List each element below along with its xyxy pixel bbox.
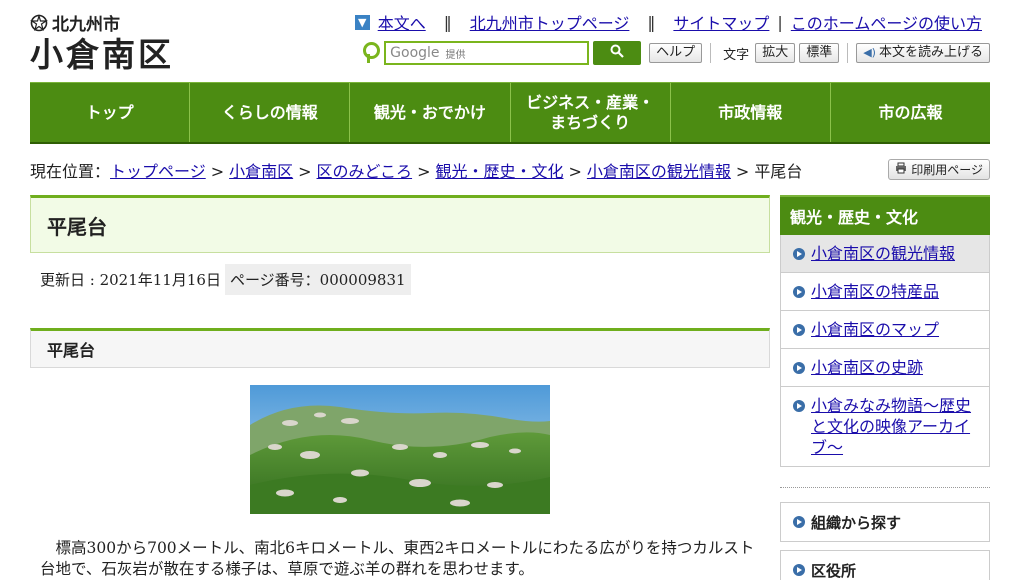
breadcrumb-sep: > <box>735 162 750 181</box>
arrow-down-icon: ▼ <box>354 14 370 30</box>
section-title: 平尾台 <box>30 328 770 368</box>
arrow-circle-icon <box>793 248 805 260</box>
sidebar-item-label[interactable]: 小倉南区の観光情報 <box>811 244 955 263</box>
search-button[interactable] <box>593 41 642 65</box>
nav-tourism[interactable]: 観光・おでかけ <box>350 83 511 142</box>
separator: ‖ <box>647 12 656 32</box>
side-box-label: 組織から探す <box>811 513 902 532</box>
nav-top[interactable]: トップ <box>30 83 191 142</box>
arrow-circle-icon <box>793 516 805 528</box>
speaker-icon: ◀) <box>863 46 876 59</box>
page-number: ページ番号：000009831 <box>224 264 411 295</box>
nav-city-admin[interactable]: 市政情報 <box>671 83 831 142</box>
city-name-text: 北九州市 <box>52 15 120 35</box>
sidebar-item-label[interactable]: 小倉南区のマップ <box>811 320 939 339</box>
nav-city-pr[interactable]: 市の広報 <box>831 83 990 142</box>
sidebar-item-specialties[interactable]: 小倉南区の特産品 <box>781 272 989 310</box>
print-label: 印刷用ページ <box>911 163 983 177</box>
divider <box>710 43 712 63</box>
sidebar-item-sightseeing[interactable]: 小倉南区の観光情報 <box>781 235 989 272</box>
breadcrumb-sep: > <box>417 162 431 181</box>
sidebar-item-label[interactable]: 小倉南区の史跡 <box>811 358 923 377</box>
breadcrumb-sep: > <box>298 162 312 181</box>
separator: | <box>777 12 783 32</box>
separator: ‖ <box>443 12 452 32</box>
divider <box>847 43 849 63</box>
body-text: 標高300から700メートル、南北6キロメートル、東西2キロメートルにわたる広が… <box>40 539 755 578</box>
city-emblem-icon <box>30 13 48 32</box>
skip-to-content-link[interactable]: 本文へ <box>378 10 426 34</box>
arrow-circle-icon <box>793 564 805 576</box>
breadcrumb-link[interactable]: トップページ <box>110 162 206 181</box>
header-links: ▼ 本文へ ‖ 北九州市トップページ ‖ サイトマップ | このホームページの使… <box>354 10 982 34</box>
hiraodai-photo <box>250 385 550 514</box>
sidebar-item-video-archive[interactable]: 小倉みなみ物語～歴史と文化の映像アーカイブ～ <box>781 386 989 466</box>
arrow-circle-icon <box>793 286 805 298</box>
sitemap-link[interactable]: サイトマップ <box>673 10 769 34</box>
ward-office-button[interactable]: 区役所 <box>780 550 990 580</box>
search-pin-icon <box>362 42 381 64</box>
breadcrumb-link[interactable]: 小倉南区 <box>229 162 293 181</box>
printer-icon <box>895 162 907 177</box>
breadcrumb: 現在位置：トップページ > 小倉南区 > 区のみどころ > 観光・歴史・文化 > 小倉南区の観光… <box>30 158 802 182</box>
sidebar-heading: 観光・歴史・文化 <box>780 195 990 235</box>
ward-name: 小倉南区 <box>30 35 174 74</box>
side-box-label: 区役所 <box>811 561 857 580</box>
updated-date: 更新日 : 2021年11月16日 <box>40 271 221 289</box>
page-title: 平尾台 <box>30 195 770 253</box>
help-button[interactable]: ヘルプ <box>649 43 703 63</box>
print-page-button[interactable]: 印刷用ページ <box>888 159 990 180</box>
breadcrumb-current: 平尾台 <box>754 162 803 181</box>
sidebar-item-label[interactable]: 小倉みなみ物語～歴史と文化の映像アーカイブ～ <box>811 396 971 457</box>
sidebar-item-map[interactable]: 小倉南区のマップ <box>781 310 989 348</box>
breadcrumb-prefix: 現在位置： <box>30 162 111 181</box>
read-aloud-label: 本文を読み上げる <box>878 45 983 60</box>
sidebar-item-label[interactable]: 小倉南区の特産品 <box>811 282 939 301</box>
how-to-use-link[interactable]: このホームページの使い方 <box>791 10 982 34</box>
search-input[interactable]: Google 提供 <box>384 41 590 65</box>
breadcrumb-sep: > <box>568 162 582 181</box>
arrow-circle-icon <box>793 400 805 412</box>
arrow-circle-icon <box>793 362 805 374</box>
find-by-organization-button[interactable]: 組織から探す <box>780 502 990 542</box>
text-size-label: 文字 <box>723 47 750 63</box>
global-nav: トップ くらしの情報 観光・おでかけ ビジネス・産業・ まちづくり 市政情報 市… <box>30 82 990 144</box>
breadcrumb-link[interactable]: 小倉南区の観光情報 <box>587 162 731 181</box>
city-top-link[interactable]: 北九州市トップページ <box>470 10 630 34</box>
site-logo[interactable]: 北九州市 小倉南区 <box>30 10 180 74</box>
standard-text-button[interactable]: 標準 <box>799 43 840 63</box>
breadcrumb-link[interactable]: 観光・歴史・文化 <box>435 162 563 181</box>
provided-label: 提供 <box>445 49 466 61</box>
breadcrumb-sep: > <box>210 162 225 181</box>
sidebar-list: 小倉南区の観光情報 小倉南区の特産品 小倉南区のマップ 小倉南区の史跡 小倉みな… <box>780 235 990 467</box>
header-tools: Google 提供 ヘルプ 文字 拡大 標準 ◀) 本文を読み上げる <box>362 41 990 65</box>
arrow-circle-icon <box>793 324 805 336</box>
nav-living-info[interactable]: くらしの情報 <box>190 83 351 142</box>
search-icon <box>610 44 624 62</box>
enlarge-text-button[interactable]: 拡大 <box>755 43 796 63</box>
sidebar-item-historic-sites[interactable]: 小倉南区の史跡 <box>781 348 989 386</box>
sidebar-divider <box>780 487 990 488</box>
breadcrumb-link[interactable]: 区のみどころ <box>317 162 413 181</box>
google-brand: Google <box>390 45 440 61</box>
read-aloud-button[interactable]: ◀) 本文を読み上げる <box>856 43 990 63</box>
page-meta: 更新日 : 2021年11月16日 ページ番号：000009831 <box>40 264 411 295</box>
city-name: 北九州市 <box>30 10 180 35</box>
nav-business[interactable]: ビジネス・産業・ まちづくり <box>511 83 671 142</box>
